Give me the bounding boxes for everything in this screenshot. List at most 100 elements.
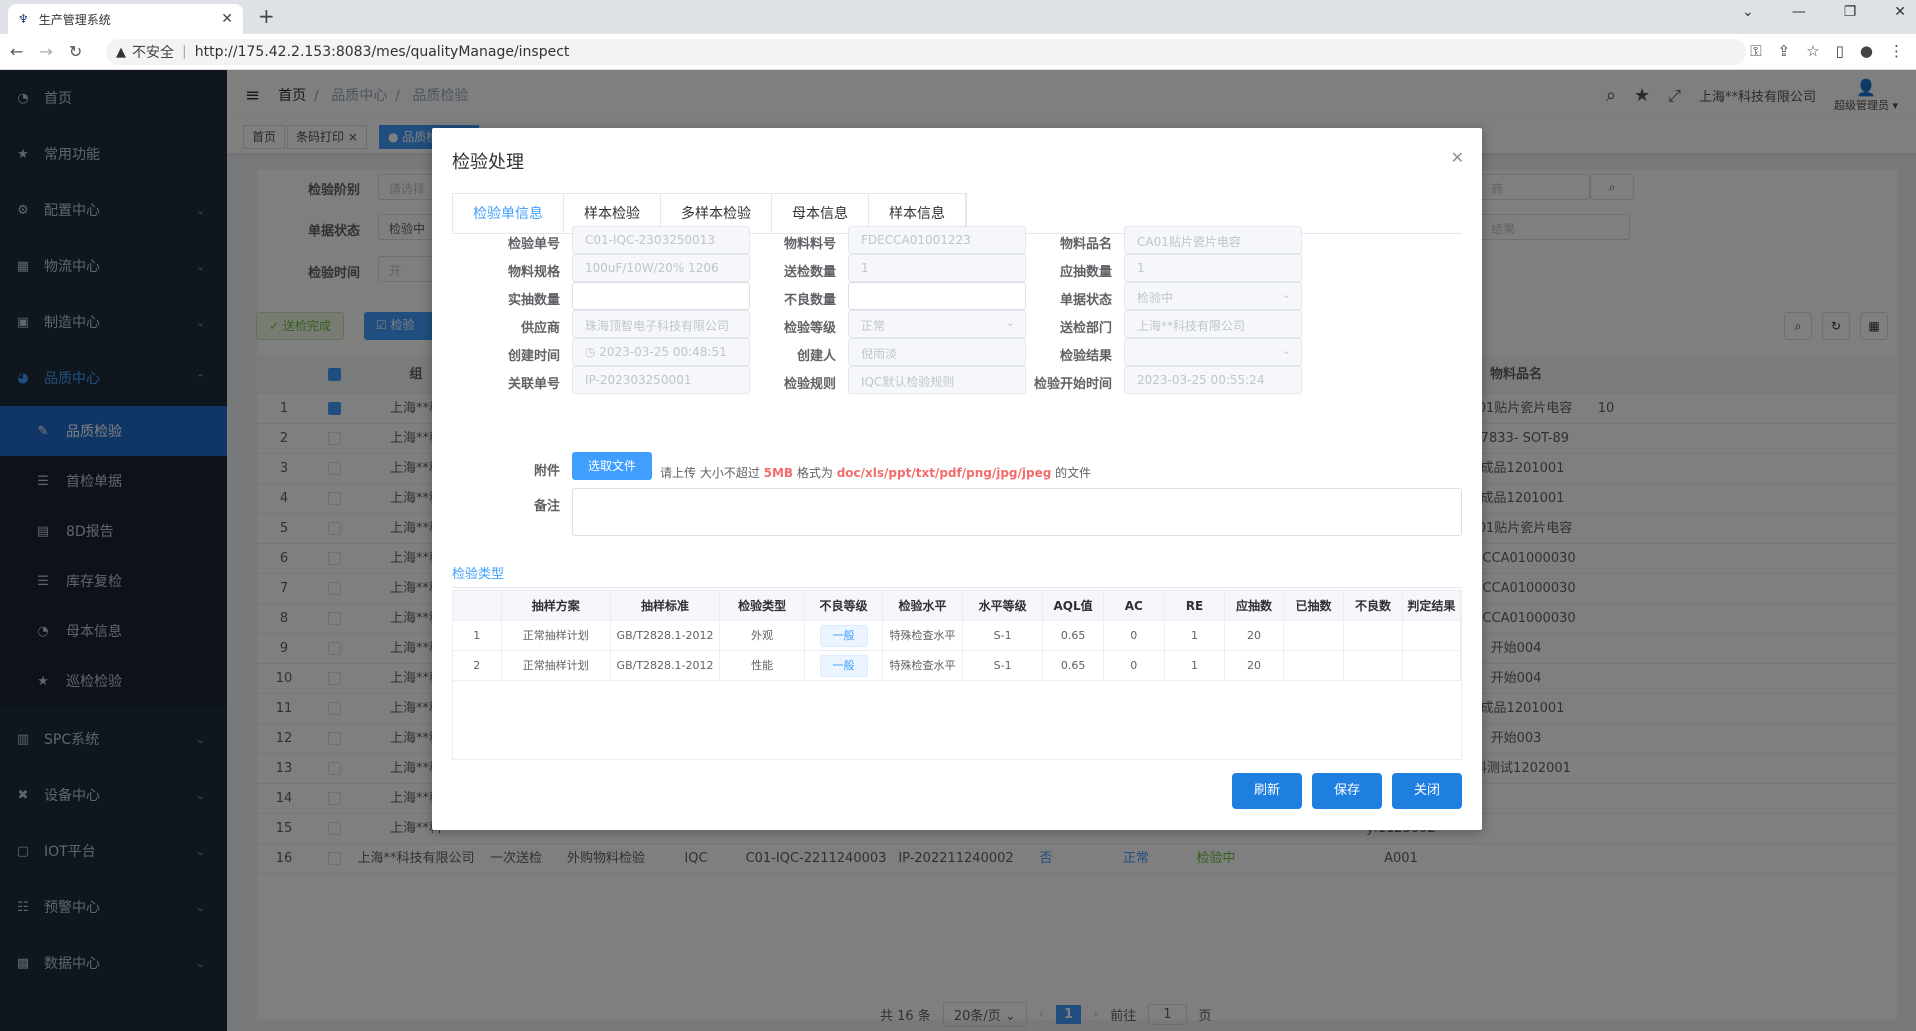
field-input[interactable]: ⌄ xyxy=(1124,338,1302,366)
field-value: ◷ 2023-03-25 00:48:51 xyxy=(585,345,727,359)
field-input[interactable]: 正常 ⌄ xyxy=(848,310,1026,338)
tip-post: 的文件 xyxy=(1051,466,1092,480)
remark-label: 备注 xyxy=(533,499,560,514)
field-input[interactable]: FDECCA01001223 xyxy=(848,226,1026,254)
inspection-cell xyxy=(1344,621,1403,651)
field-value: 上海**科技有限公司 xyxy=(1137,319,1246,333)
tip-format: doc/xls/ppt/txt/pdf/png/jpg/jpeg xyxy=(836,466,1052,480)
bookmark-star-icon[interactable]: ☆ xyxy=(1806,42,1819,60)
field-input[interactable]: CA01贴片瓷片电容 xyxy=(1124,226,1302,254)
inspection-cell: 正常抽样计划 xyxy=(502,651,611,681)
inspection-cell: 一般 xyxy=(805,621,883,651)
inspection-col-header: 抽样标准 xyxy=(611,591,721,621)
field-input[interactable] xyxy=(572,282,750,310)
minimize-icon[interactable]: — xyxy=(1792,4,1806,20)
field-input[interactable]: 1 xyxy=(848,254,1026,282)
defect-level-tag: 一般 xyxy=(819,655,868,677)
warning-icon: ▲ xyxy=(116,44,126,60)
field-value: 珠海顶智电子科技有限公司 xyxy=(585,319,730,333)
field-value: 100uF/10W/20% 1206 xyxy=(585,261,719,275)
chevron-down-icon: ⌄ xyxy=(1281,288,1291,301)
close-window-icon[interactable]: ✕ xyxy=(1894,4,1906,20)
field-input[interactable]: ◷ 2023-03-25 00:48:51 xyxy=(572,338,750,366)
menu-dots-icon[interactable]: ⋮ xyxy=(1889,42,1904,60)
field-label: 检验规则 xyxy=(783,377,836,392)
inspection-cell: 0.65 xyxy=(1043,621,1104,651)
inspection-col-header: RE xyxy=(1165,591,1226,621)
field-input[interactable]: 珠海顶智电子科技有限公司 xyxy=(572,310,750,338)
close-icon[interactable]: ✕ xyxy=(1451,148,1464,167)
close-button[interactable]: 关闭 xyxy=(1392,773,1462,809)
upload-button[interactable]: 选取文件 xyxy=(572,452,652,480)
field-value: 倪雨淡 xyxy=(861,347,898,361)
inspection-cell: 0 xyxy=(1104,621,1165,651)
tip-size: 5MB xyxy=(763,466,794,480)
restore-icon[interactable]: ❐ xyxy=(1844,4,1857,20)
field-input[interactable]: IQC默认检验规则 xyxy=(848,366,1026,394)
insecure-label: 不安全 xyxy=(132,45,174,61)
upload-tip: 请上传 大小不超过 5MB 格式为 doc/xls/ppt/txt/pdf/pn… xyxy=(660,464,1091,481)
profile-icon[interactable]: ● xyxy=(1860,42,1873,60)
field-input[interactable]: 1 xyxy=(1124,254,1302,282)
inspection-cell: 特殊检查水平 xyxy=(883,651,964,681)
field-value: 2023-03-25 00:55:24 xyxy=(1137,373,1265,387)
field-label: 创建时间 xyxy=(507,349,560,364)
inspection-col-header: 不良等级 xyxy=(805,591,883,621)
address-bar: ← → ↻ ▲ 不安全 | http://175.42.2.153:8083/m… xyxy=(0,34,1916,70)
back-icon[interactable]: ← xyxy=(10,42,23,61)
url-input[interactable]: ▲ 不安全 | http://175.42.2.153:8083/mes/qua… xyxy=(106,39,1746,65)
inspection-col-header: AC xyxy=(1104,591,1165,621)
field-value: IP-202303250001 xyxy=(585,373,692,387)
inspection-cell: S-1 xyxy=(963,651,1044,681)
inspection-cell: 正常抽样计划 xyxy=(502,621,611,651)
chevron-down-icon[interactable]: ⌄ xyxy=(1742,4,1754,20)
inspection-col-header: 已抽数 xyxy=(1284,591,1345,621)
inspection-type-table: 抽样方案 抽样标准 检验类型 不良等级 检验水平 水平等级 AQL值 AC RE 应抽数 已抽数 不良… xyxy=(452,590,1462,760)
browser-tab[interactable]: ♆ 生产管理系统 ✕ xyxy=(8,4,243,34)
field-input[interactable]: IP-202303250001 xyxy=(572,366,750,394)
inspection-cell xyxy=(1403,621,1461,651)
inspection-cell: 1 xyxy=(1165,621,1226,651)
field-input[interactable]: 2023-03-25 00:55:24 xyxy=(1124,366,1302,394)
field-input[interactable]: 倪雨淡 xyxy=(848,338,1026,366)
field-input[interactable] xyxy=(848,282,1026,310)
field-value: 1 xyxy=(861,261,869,275)
dialog-tab-0[interactable]: 检验单信息 xyxy=(453,194,564,234)
field-label: 检验开始时间 xyxy=(1033,377,1112,392)
field-input[interactable]: C01-IQC-2303250013 xyxy=(572,226,750,254)
inspection-cell: 20 xyxy=(1225,651,1284,681)
inspection-row[interactable]: 2 正常抽样计划 GB/T2828.1-2012 性能 一般 特殊检查水平 S-1 0.65 0… xyxy=(453,651,1461,681)
inspection-col-header: 检验水平 xyxy=(883,591,964,621)
forward-icon[interactable]: → xyxy=(39,42,52,61)
remark-textarea[interactable] xyxy=(572,488,1462,536)
attach-label: 附件 xyxy=(533,464,560,479)
tip-mid: 格式为 xyxy=(793,466,837,480)
field-input[interactable]: 检验中 ⌄ xyxy=(1124,282,1302,310)
inspection-col-header: 不良数 xyxy=(1344,591,1403,621)
inspection-cell xyxy=(1284,621,1345,651)
share-icon[interactable]: ⇪ xyxy=(1778,42,1791,60)
inspection-cell: 一般 xyxy=(805,651,883,681)
new-tab-icon[interactable]: + xyxy=(258,4,275,28)
save-button[interactable]: 保存 xyxy=(1312,773,1382,809)
field-input[interactable]: 上海**科技有限公司 xyxy=(1124,310,1302,338)
key-icon[interactable]: ⚿ xyxy=(1750,42,1761,60)
close-tab-icon[interactable]: ✕ xyxy=(221,11,233,27)
field-input[interactable]: 100uF/10W/20% 1206 xyxy=(572,254,750,282)
chevron-down-icon: ⌄ xyxy=(1005,316,1015,329)
inspection-col-header xyxy=(453,591,502,621)
browser-tabbar: ♆ 生产管理系统 ✕ + ⌄ — ❐ ✕ xyxy=(0,0,1916,34)
refresh-button[interactable]: 刷新 xyxy=(1232,773,1302,809)
field-label: 实抽数量 xyxy=(507,293,560,308)
field-label: 送检数量 xyxy=(783,265,836,280)
sidepanel-icon[interactable]: ▯ xyxy=(1836,42,1844,60)
inspection-cell: 外观 xyxy=(720,621,806,651)
inspect-dialog: 检验处理 ✕ 检验单信息 样本检验 多样本检验 母本信息 样本信息 检验单号 C01-IQ… xyxy=(432,128,1482,830)
field-label: 不良数量 xyxy=(783,293,836,308)
field-value: CA01贴片瓷片电容 xyxy=(1137,235,1241,249)
tip-pre: 请上传 大小不超过 xyxy=(660,466,764,480)
inspection-col-header: 应抽数 xyxy=(1225,591,1284,621)
dialog-title: 检验处理 xyxy=(452,152,524,173)
reload-icon[interactable]: ↻ xyxy=(69,42,82,61)
inspection-row[interactable]: 1 正常抽样计划 GB/T2828.1-2012 外观 一般 特殊检查水平 S-1 0.65 0… xyxy=(453,621,1461,651)
